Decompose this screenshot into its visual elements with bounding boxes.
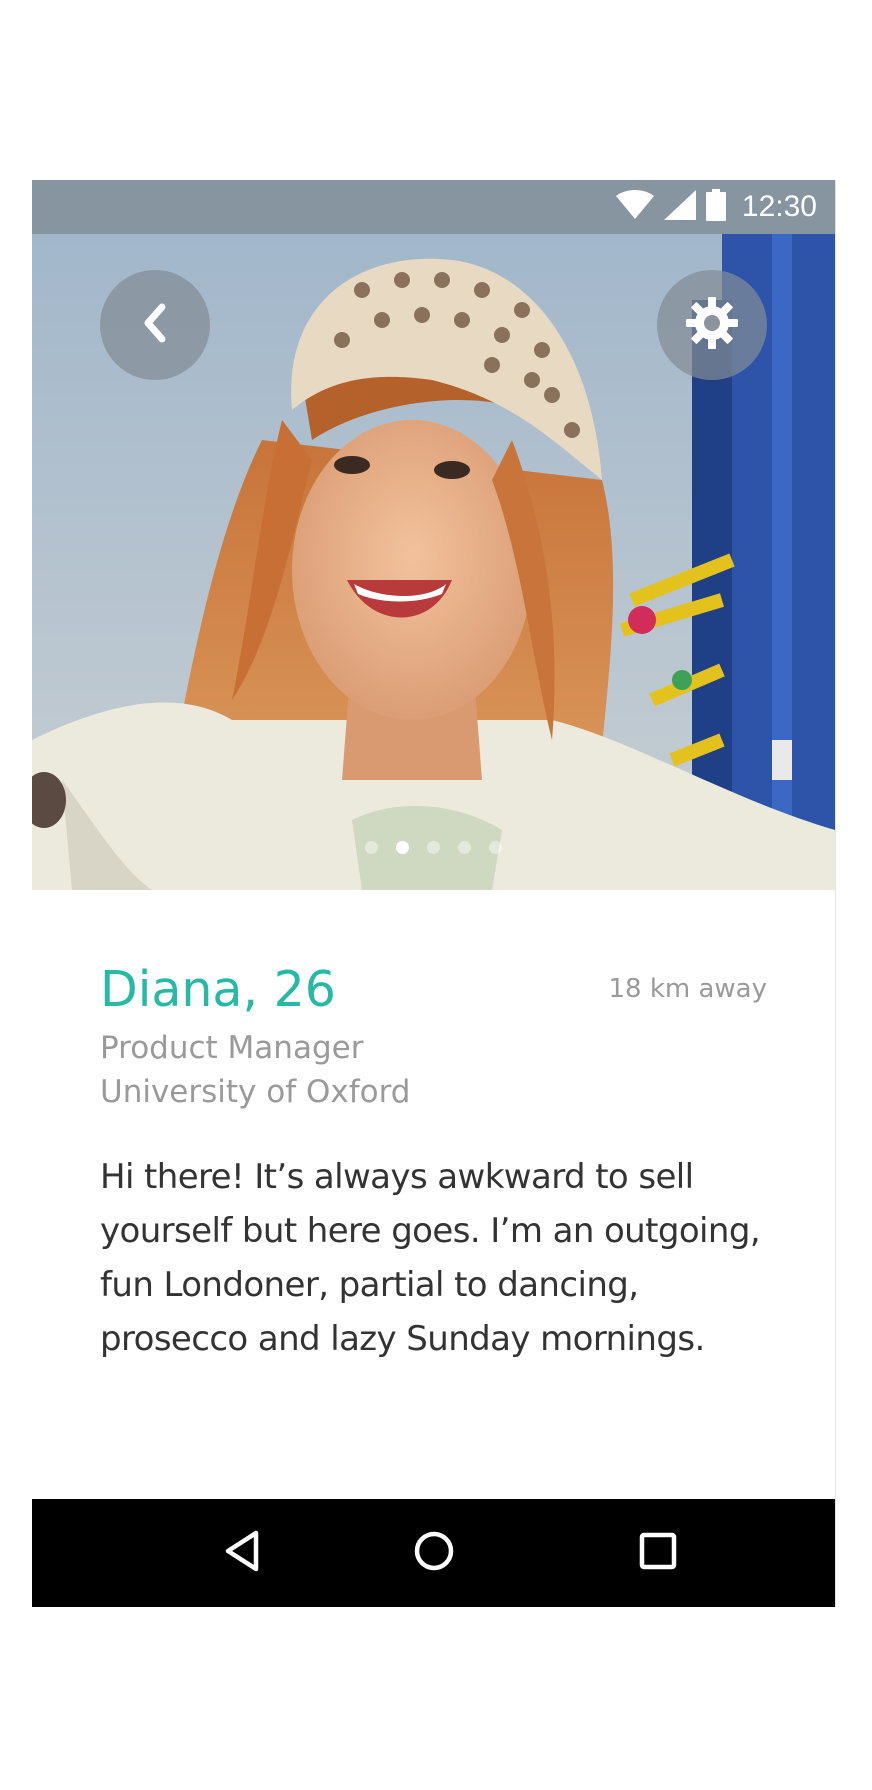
battery-icon [705,188,726,226]
wifi-icon [615,189,654,225]
gear-icon [684,295,740,356]
nav-home-button[interactable] [402,1521,466,1585]
settings-button[interactable] [657,270,767,380]
back-button[interactable] [100,270,210,380]
chevron-left-icon [138,301,172,350]
nav-recents-button[interactable] [626,1521,690,1585]
page-dot[interactable] [458,841,471,854]
page-dot[interactable] [489,841,502,854]
photo-page-indicator[interactable] [32,841,835,854]
status-time: 12:30 [741,190,817,223]
page-dot[interactable] [396,841,409,854]
profile-distance: 18 km away [608,974,767,1004]
status-bar: 12:30 [32,180,835,234]
recents-square-icon [638,1531,678,1576]
profile-school: University of Oxford [100,1074,411,1110]
system-nav-bar [32,1499,835,1607]
profile-job: Product Manager [100,1030,364,1066]
page-dot[interactable] [427,841,440,854]
profile-screen: 12:30 Diana, 26 18 km away Product Manag… [32,180,836,1607]
profile-bio: Hi there! It’s always awkward to sell yo… [100,1157,761,1359]
profile-photo[interactable]: 12:30 [32,180,835,890]
profile-name-age: Diana, 26 [100,961,336,1018]
back-triangle-icon [222,1529,262,1578]
cell-signal-icon [663,189,696,225]
page-dot[interactable] [365,841,378,854]
status-icons: 12:30 [615,180,817,234]
nav-back-button[interactable] [210,1521,274,1585]
home-circle-icon [413,1530,455,1577]
